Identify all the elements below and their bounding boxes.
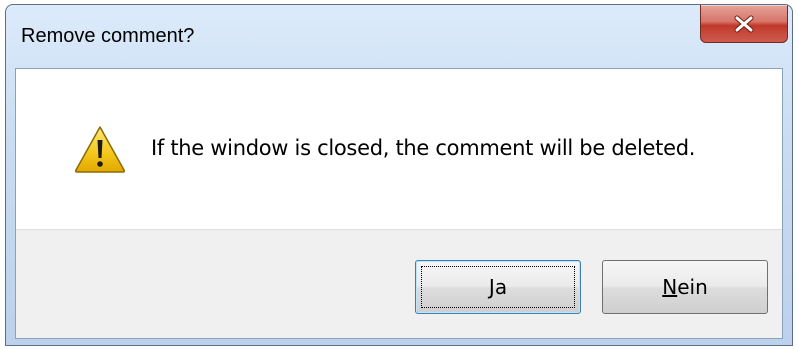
close-icon [733, 15, 755, 33]
message-text: If the window is closed, the comment wil… [151, 136, 696, 160]
close-button[interactable] [700, 5, 788, 43]
dialog-window: Remove comment? If the window is closed,… [5, 4, 793, 346]
no-mnemonic: N [662, 275, 678, 299]
no-rest: ein [677, 275, 708, 299]
no-button-label: Nein [662, 275, 708, 299]
message-area: If the window is closed, the comment wil… [16, 69, 782, 229]
warning-icon [73, 124, 127, 174]
window-title: Remove comment? [21, 25, 195, 47]
button-bar: Ja Nein [16, 229, 782, 338]
focus-ring [421, 266, 575, 308]
no-button[interactable]: Nein [602, 260, 768, 314]
dialog-body: If the window is closed, the comment wil… [15, 68, 783, 339]
yes-button[interactable]: Ja [415, 260, 581, 314]
title-bar[interactable]: Remove comment? [6, 5, 792, 67]
